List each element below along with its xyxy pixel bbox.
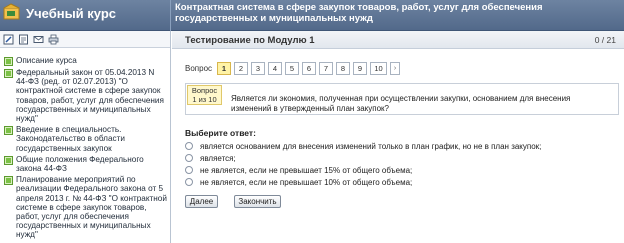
course-nav: Описание курса Федеральный закон от 05.0… bbox=[0, 48, 170, 240]
answer-label: является; bbox=[200, 153, 236, 163]
finish-button[interactable]: Закончить bbox=[234, 195, 281, 208]
mail-icon[interactable] bbox=[33, 34, 44, 45]
radio-button[interactable] bbox=[185, 178, 193, 186]
question-number-badge: Вопрос 1 из 10 bbox=[187, 85, 222, 105]
nav-item-planning[interactable]: Планирование мероприятий по реализации Ф… bbox=[4, 175, 168, 239]
topic-icon bbox=[4, 69, 13, 78]
topic-icon bbox=[4, 155, 13, 165]
answer-options: является основанием для внесения изменен… bbox=[185, 140, 541, 188]
question-button-7[interactable]: 7 bbox=[319, 62, 334, 75]
question-button-4[interactable]: 4 bbox=[268, 62, 283, 75]
course-logo-icon bbox=[3, 3, 23, 21]
question-navigation: Вопрос 1 2 3 4 5 6 7 8 9 10 › bbox=[185, 62, 403, 75]
question-button-8[interactable]: 8 bbox=[336, 62, 351, 75]
topic-icon bbox=[4, 57, 13, 66]
nav-item-general-provisions[interactable]: Общие положения Федерального закона 44-Ф… bbox=[4, 155, 168, 173]
question-nav-label: Вопрос bbox=[185, 64, 213, 73]
nav-item-label: Описание курса bbox=[16, 56, 77, 65]
question-button-9[interactable]: 9 bbox=[353, 62, 368, 75]
question-text: Является ли экономия, полученная при осу… bbox=[231, 94, 571, 113]
notes-icon[interactable] bbox=[18, 34, 29, 45]
radio-button[interactable] bbox=[185, 142, 193, 150]
course-title: Контрактная система в сфере закупок това… bbox=[175, 2, 543, 24]
next-questions-arrow-icon[interactable]: › bbox=[390, 62, 401, 75]
question-number-value: 1 из 10 bbox=[192, 94, 217, 104]
answer-option-1[interactable]: является основанием для внесения изменен… bbox=[185, 140, 541, 152]
nav-item-federal-law[interactable]: Федеральный закон от 05.04.2013 N 44-ФЗ … bbox=[4, 68, 168, 123]
main-header: Тестирование по Модулю 1 0 / 21 bbox=[172, 31, 624, 49]
progress-counter: 0 / 21 bbox=[594, 35, 616, 45]
next-button[interactable]: Далее bbox=[185, 195, 218, 208]
question-button-2[interactable]: 2 bbox=[234, 62, 249, 75]
nav-item-label: Общие положения Федерального закона 44-Ф… bbox=[16, 154, 144, 174]
sidebar-toolbar bbox=[0, 31, 170, 48]
question-button-5[interactable]: 5 bbox=[285, 62, 300, 75]
app-title: Учебный курс bbox=[26, 6, 117, 21]
question-button-10[interactable]: 10 bbox=[370, 62, 388, 75]
nav-item-description[interactable]: Описание курса bbox=[4, 56, 168, 66]
question-button-3[interactable]: 3 bbox=[251, 62, 266, 75]
header-divider bbox=[170, 0, 171, 31]
sidebar: Описание курса Федеральный закон от 05.0… bbox=[0, 31, 171, 243]
radio-button[interactable] bbox=[185, 166, 193, 174]
answer-label: не является, если не превышает 10% от об… bbox=[200, 177, 413, 187]
page-title: Тестирование по Модулю 1 bbox=[185, 35, 315, 46]
topic-icon bbox=[4, 126, 13, 136]
nav-item-label: Введение в специальность. Законодательст… bbox=[16, 125, 125, 153]
app-header: Учебный курс Контрактная система в сфере… bbox=[0, 0, 624, 31]
nav-item-label: Планирование мероприятий по реализации Ф… bbox=[16, 175, 167, 240]
answer-label: не является, если не превышает 15% от об… bbox=[200, 165, 413, 175]
question-box: Вопрос 1 из 10 Является ли экономия, пол… bbox=[185, 83, 619, 115]
main-panel: Тестирование по Модулю 1 0 / 21 Вопрос 1… bbox=[172, 31, 624, 243]
question-button-6[interactable]: 6 bbox=[302, 62, 317, 75]
edit-icon[interactable] bbox=[3, 34, 14, 45]
nav-item-label: Федеральный закон от 05.04.2013 N 44-ФЗ … bbox=[16, 68, 164, 124]
question-button-1[interactable]: 1 bbox=[217, 62, 232, 75]
answer-option-3[interactable]: не является, если не превышает 15% от об… bbox=[185, 164, 541, 176]
print-icon[interactable] bbox=[48, 34, 59, 45]
answer-option-4[interactable]: не является, если не превышает 10% от об… bbox=[185, 176, 541, 188]
answer-label: является основанием для внесения изменен… bbox=[200, 141, 542, 151]
nav-item-introduction[interactable]: Введение в специальность. Законодательст… bbox=[4, 125, 168, 153]
answers-heading: Выберите ответ: bbox=[185, 128, 256, 138]
topic-icon bbox=[4, 176, 13, 186]
radio-button[interactable] bbox=[185, 154, 193, 162]
answer-option-2[interactable]: является; bbox=[185, 152, 541, 164]
